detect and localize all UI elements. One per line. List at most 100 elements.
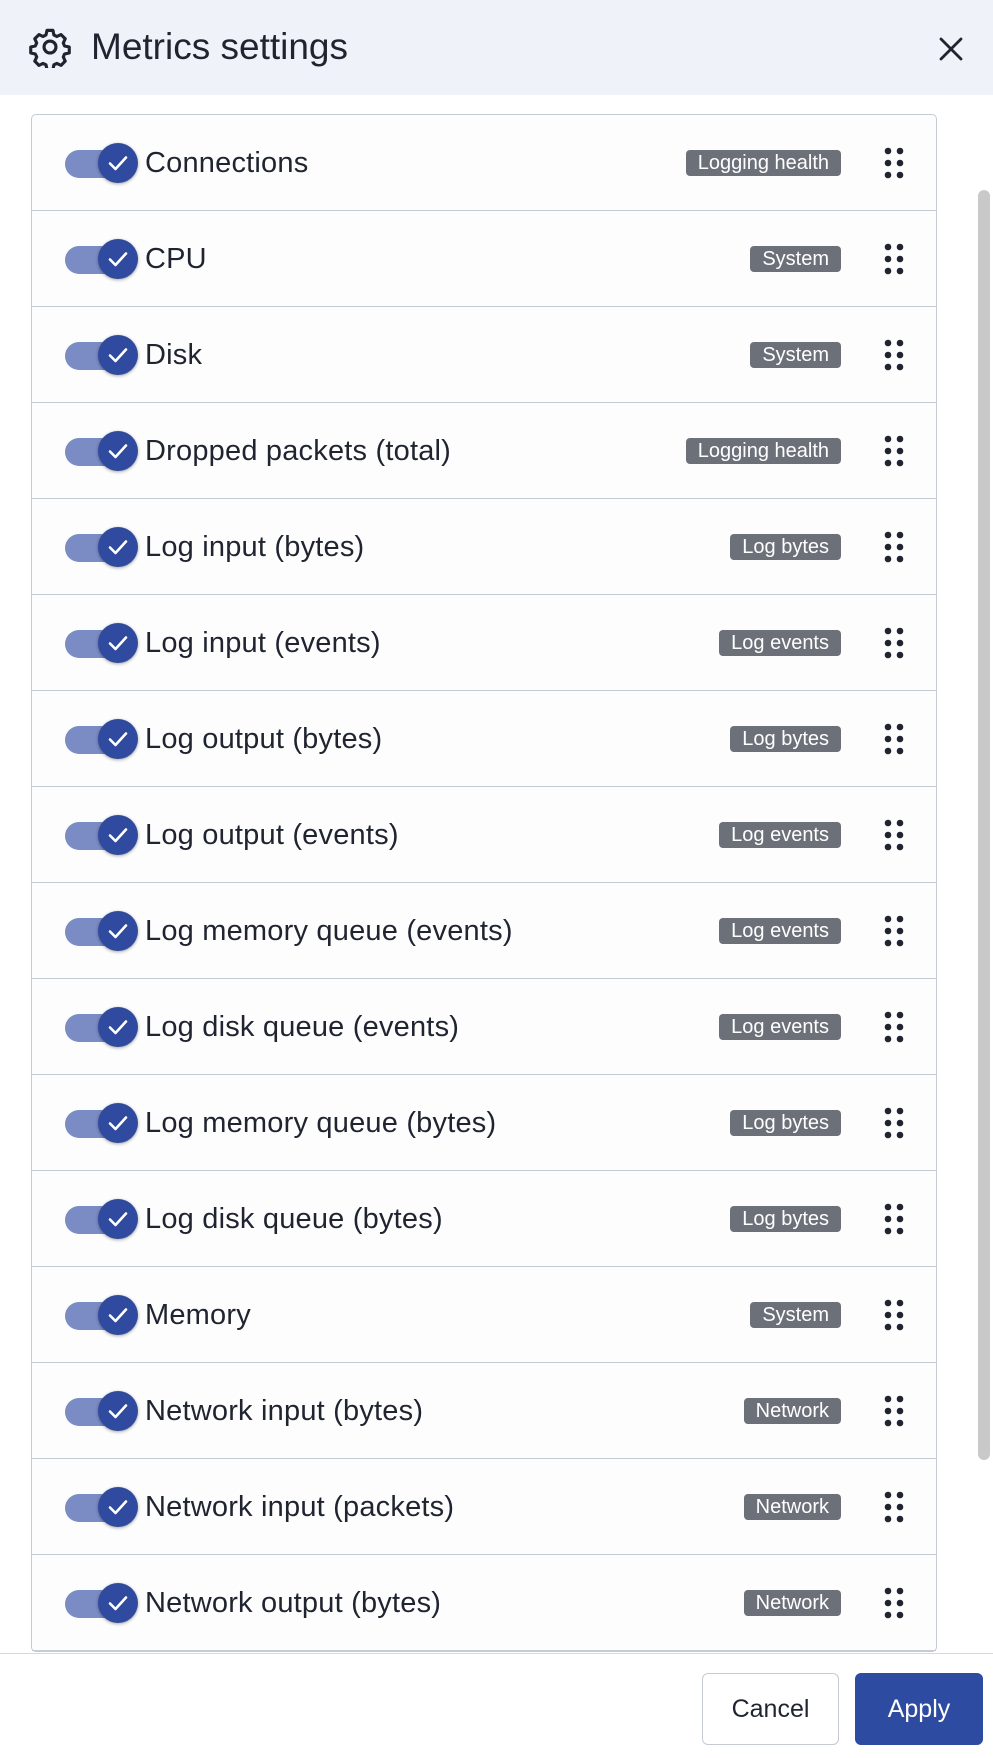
metric-label: Log input (bytes) [145, 531, 365, 563]
metric-row: Log input (bytes) Log bytes [32, 499, 936, 595]
metric-row: Log output (events) Log events [32, 787, 936, 883]
check-icon [108, 924, 128, 939]
toggle-knob [98, 527, 138, 567]
metric-toggle[interactable] [65, 1484, 138, 1530]
scrollbar-thumb[interactable] [978, 190, 990, 1460]
metric-toggle[interactable] [65, 1292, 138, 1338]
metric-label: Memory [145, 1299, 251, 1331]
category-badge: Log events [719, 822, 841, 848]
drag-handle-icon[interactable] [882, 1201, 906, 1237]
drag-handle-icon[interactable] [882, 1297, 906, 1333]
metric-toggle[interactable] [65, 428, 138, 474]
metric-toggle[interactable] [65, 236, 138, 282]
drag-handle-icon[interactable] [882, 913, 906, 949]
check-icon [108, 1308, 128, 1323]
metric-label: Log output (events) [145, 819, 399, 851]
drag-handle-icon[interactable] [882, 529, 906, 565]
metric-label: Network input (packets) [145, 1491, 455, 1523]
toggle-knob [98, 719, 138, 759]
drag-handle-icon[interactable] [882, 145, 906, 181]
cancel-button[interactable]: Cancel [702, 1673, 839, 1745]
metrics-scroll-area: Connections Logging health CPU System Di… [0, 95, 993, 1653]
category-badge: System [750, 1302, 841, 1328]
category-badge: Log events [719, 1014, 841, 1040]
metric-toggle[interactable] [65, 332, 138, 378]
category-badge: Log bytes [730, 1110, 841, 1136]
drag-handle-icon[interactable] [882, 1585, 906, 1621]
metric-toggle[interactable] [65, 1100, 138, 1146]
category-badge: System [750, 246, 841, 272]
metric-row: Dropped packets (total) Logging health [32, 403, 936, 499]
metric-row: Log input (events) Log events [32, 595, 936, 691]
metric-toggle[interactable] [65, 716, 138, 762]
metric-label: Network output (bytes) [145, 1587, 442, 1619]
drag-handle-icon[interactable] [882, 721, 906, 757]
category-badge: System [750, 342, 841, 368]
category-badge: Log bytes [730, 534, 841, 560]
metric-label: Log disk queue (events) [145, 1011, 460, 1043]
metric-toggle[interactable] [65, 1580, 138, 1626]
metric-label: Log memory queue (events) [145, 915, 513, 947]
drag-handle-icon[interactable] [882, 817, 906, 853]
drag-handle-icon[interactable] [882, 337, 906, 373]
category-badge: Log events [719, 630, 841, 656]
metric-row: Disk System [32, 307, 936, 403]
metric-row: Log memory queue (bytes) Log bytes [32, 1075, 936, 1171]
drag-handle-icon[interactable] [882, 1009, 906, 1045]
close-icon [939, 37, 963, 61]
metric-toggle[interactable] [65, 620, 138, 666]
toggle-knob [98, 239, 138, 279]
toggle-knob [98, 815, 138, 855]
drag-handle-icon[interactable] [882, 1489, 906, 1525]
dialog-title: Metrics settings [91, 26, 349, 67]
metric-toggle[interactable] [65, 524, 138, 570]
toggle-knob [98, 1295, 138, 1335]
metric-label: CPU [145, 243, 207, 275]
apply-button[interactable]: Apply [855, 1673, 983, 1745]
check-icon [108, 1116, 128, 1131]
toggle-knob [98, 1103, 138, 1143]
metric-label: Log memory queue (bytes) [145, 1107, 497, 1139]
toggle-knob [98, 1583, 138, 1623]
category-badge: Logging health [685, 438, 841, 464]
metric-toggle[interactable] [65, 908, 138, 954]
toggle-knob [98, 911, 138, 951]
toggle-knob [98, 1391, 138, 1431]
metric-label: Disk [145, 339, 203, 371]
drag-handle-icon[interactable] [882, 433, 906, 469]
metric-toggle[interactable] [65, 812, 138, 858]
check-icon [108, 732, 128, 747]
metric-toggle[interactable] [65, 1388, 138, 1434]
metric-toggle[interactable] [65, 140, 138, 186]
metric-label: Log input (events) [145, 627, 381, 659]
toggle-knob [98, 335, 138, 375]
toggle-knob [98, 623, 138, 663]
drag-handle-icon[interactable] [882, 241, 906, 277]
drag-handle-icon[interactable] [882, 1105, 906, 1141]
check-icon [108, 828, 128, 843]
metric-row: Log disk queue (events) Log events [32, 979, 936, 1075]
category-badge: Log bytes [730, 726, 841, 752]
metric-row: Network input (bytes) Network [32, 1363, 936, 1459]
toggle-knob [98, 143, 138, 183]
metric-row: Connections Logging health [32, 115, 936, 211]
close-button[interactable] [931, 29, 971, 69]
drag-handle-icon[interactable] [882, 1393, 906, 1429]
metric-toggle[interactable] [65, 1004, 138, 1050]
toggle-knob [98, 1199, 138, 1239]
check-icon [108, 1212, 128, 1227]
check-icon [108, 1404, 128, 1419]
metric-label: Log disk queue (bytes) [145, 1203, 443, 1235]
dialog-footer: Cancel Apply [0, 1653, 993, 1758]
check-icon [108, 636, 128, 651]
check-icon [108, 1500, 128, 1515]
check-icon [108, 1596, 128, 1611]
metric-label: Network input (bytes) [145, 1395, 424, 1427]
metric-toggle[interactable] [65, 1196, 138, 1242]
check-icon [108, 156, 128, 171]
category-badge: Log events [719, 918, 841, 944]
drag-handle-icon[interactable] [882, 625, 906, 661]
metric-label: Dropped packets (total) [145, 435, 452, 467]
metrics-list: Connections Logging health CPU System Di… [31, 114, 937, 1652]
metric-row: CPU System [32, 211, 936, 307]
